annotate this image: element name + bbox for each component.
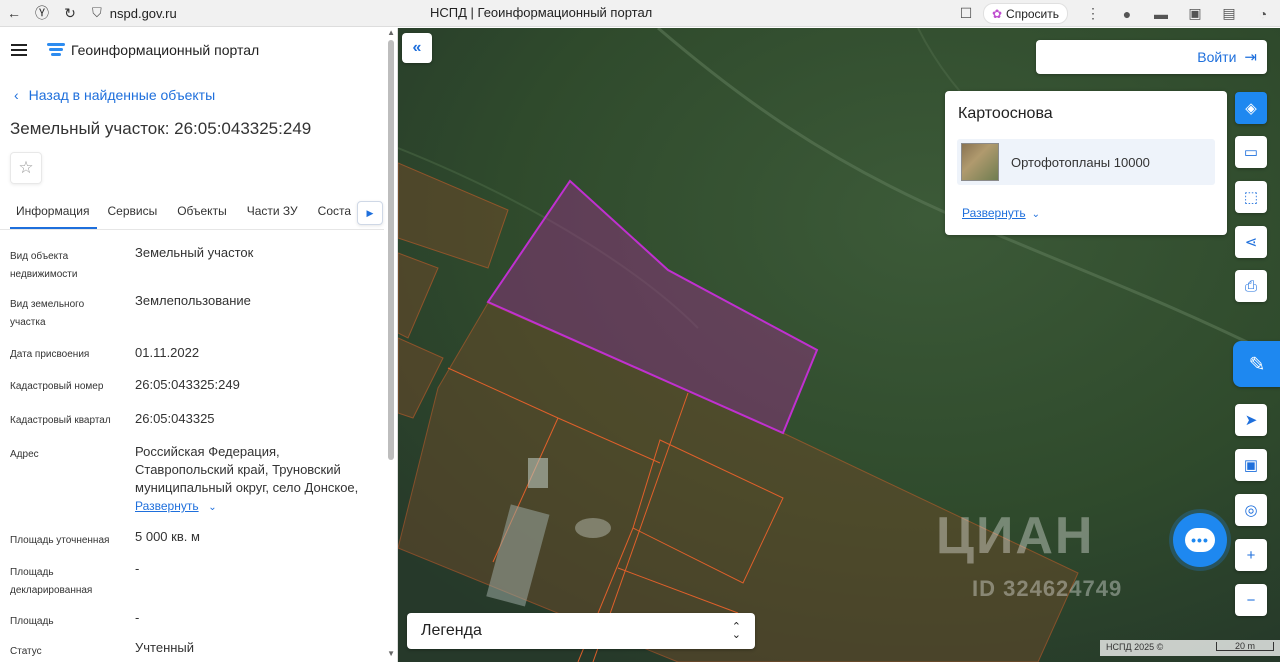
address-bar[interactable]: ⛉ nspd.gov.ru bbox=[92, 5, 177, 21]
chat-button[interactable]: ••• bbox=[1173, 513, 1227, 567]
scale-bar: 20 m bbox=[1216, 642, 1274, 651]
address-expand-link[interactable]: Развернуть bbox=[135, 499, 199, 513]
chat-bubble-icon: ••• bbox=[1185, 528, 1215, 552]
portal-brand: Геоинформационный портал bbox=[71, 42, 260, 58]
info-sidebar: Геоинформационный портал ‹ Назад в найде… bbox=[0, 28, 398, 662]
sidebar-scrollbar[interactable] bbox=[388, 40, 394, 460]
more-menu-icon[interactable]: ⋮ bbox=[1076, 0, 1110, 27]
basemap-layer-label: Ортофотопланы 10000 bbox=[1011, 154, 1150, 170]
tab-bar: Информация Сервисы Объекты Части ЗУ Сост… bbox=[0, 200, 384, 230]
url-text: nspd.gov.ru bbox=[109, 5, 177, 21]
scroll-down-arrow[interactable]: ▼ bbox=[387, 649, 395, 658]
chevron-down-icon: ⌄ bbox=[208, 502, 217, 513]
property-key: Кадастровый квартал bbox=[10, 415, 111, 426]
chevron-down-icon: ⌄ bbox=[1031, 209, 1040, 220]
property-key: Площадь декларированная bbox=[10, 567, 93, 596]
legend-label: Легенда bbox=[421, 622, 482, 639]
property-value: 26:05:043325:249 bbox=[135, 377, 240, 392]
sidebar-header: Геоинформационный портал bbox=[0, 28, 386, 72]
login-icon: ⇥ bbox=[1244, 49, 1257, 66]
ask-button[interactable]: ✿ Спросить bbox=[982, 3, 1068, 24]
tabs-scroll-right-icon[interactable]: ▶ bbox=[357, 201, 383, 225]
property-key: Дата присвоения bbox=[10, 349, 90, 360]
map-view[interactable]: « Войти ⇥ Картооснова Ортофотопланы 1000… bbox=[398, 28, 1280, 662]
extension-icon[interactable]: ● bbox=[1110, 0, 1144, 27]
chevron-left-icon: ‹ bbox=[14, 87, 19, 103]
property-value: 26:05:043325 bbox=[135, 411, 215, 426]
property-value: Землепользование bbox=[135, 293, 251, 308]
ruler-icon[interactable]: ▭ bbox=[1235, 136, 1267, 168]
extension-icon[interactable]: ▬ bbox=[1144, 0, 1178, 27]
back-arrow-icon[interactable]: ← bbox=[0, 0, 28, 27]
basemap-title: Картооснова bbox=[958, 105, 1053, 122]
browser-toolbar: ← Ⓨ ↻ ⛉ nspd.gov.ru НСПД | Геоинформацио… bbox=[0, 0, 1280, 27]
map-attribution: НСПД 2025 © 20 m bbox=[1100, 640, 1280, 656]
object-title: Земельный участок: 26:05:043325:249 bbox=[10, 119, 312, 138]
shield-icon: ⛉ bbox=[92, 5, 102, 20]
property-key: Вид объекта недвижимости bbox=[10, 251, 78, 280]
tab-info[interactable]: Информация bbox=[10, 200, 98, 229]
reload-icon[interactable]: ↻ bbox=[56, 0, 84, 27]
back-to-results-link[interactable]: ‹ Назад в найденные объекты bbox=[14, 87, 215, 103]
legend-dropdown[interactable]: Легенда ⌃ ⌄ bbox=[407, 613, 755, 649]
basemap-panel: Картооснова Ортофотопланы 10000 Разверну… bbox=[945, 91, 1227, 235]
property-value: 01.11.2022 bbox=[135, 345, 200, 360]
ask-icon: ✿ bbox=[991, 6, 1003, 21]
print-icon[interactable]: ⎙ bbox=[1235, 270, 1267, 302]
watermark-brand: ЦИАН bbox=[936, 507, 1095, 565]
basemap-expand-label: Развернуть bbox=[962, 206, 1026, 220]
layers-icon[interactable]: ◈ bbox=[1235, 92, 1267, 124]
property-value: Российская Федерация, Ставропольский кра… bbox=[135, 443, 380, 517]
zoom-in-icon[interactable]: + bbox=[1235, 539, 1267, 571]
extension-icon[interactable]: ▤ bbox=[1212, 0, 1246, 27]
basemap-layer-item[interactable]: Ортофотопланы 10000 bbox=[957, 139, 1215, 185]
property-value: - bbox=[135, 610, 140, 625]
orthophoto-thumbnail bbox=[961, 143, 999, 181]
property-value: - bbox=[135, 561, 140, 576]
tab-composition[interactable]: Соста bbox=[308, 200, 361, 229]
property-key: Адрес bbox=[10, 449, 39, 460]
minimap-icon[interactable]: ▣ bbox=[1235, 449, 1267, 481]
property-key: Вид земельного участка bbox=[10, 299, 85, 328]
extension-icon[interactable]: ◔ bbox=[1246, 0, 1280, 27]
portal-logo-icon bbox=[47, 42, 65, 58]
tab-services[interactable]: Сервисы bbox=[97, 200, 167, 229]
login-label: Войти bbox=[1197, 49, 1237, 65]
navigation-icon[interactable]: ➤ bbox=[1235, 404, 1267, 436]
property-key: Площадь bbox=[10, 616, 54, 627]
tab-parts[interactable]: Части ЗУ bbox=[237, 200, 308, 229]
zoom-out-icon[interactable]: − bbox=[1235, 584, 1267, 616]
watermark-id: ID 324624749 bbox=[972, 576, 1123, 601]
basemap-expand-link[interactable]: Развернуть ⌄ bbox=[962, 206, 1040, 220]
yandex-icon[interactable]: Ⓨ bbox=[28, 0, 56, 27]
extension-icon[interactable]: ▣ bbox=[1178, 0, 1212, 27]
page-title-browser: НСПД | Геоинформационный портал bbox=[430, 5, 653, 20]
tab-objects[interactable]: Объекты bbox=[167, 200, 237, 229]
menu-icon[interactable] bbox=[11, 41, 27, 59]
property-value: Земельный участок bbox=[135, 245, 254, 260]
address-text: Российская Федерация, Ставропольский кра… bbox=[135, 444, 359, 495]
property-key: Площадь уточненная bbox=[10, 535, 110, 546]
attribution-text: НСПД 2025 © bbox=[1106, 642, 1164, 652]
property-value: 5 000 кв. м bbox=[135, 529, 200, 544]
login-button[interactable]: Войти ⇥ bbox=[1036, 40, 1267, 74]
ask-label: Спросить bbox=[1006, 6, 1059, 21]
locate-icon[interactable]: ◎ bbox=[1235, 494, 1267, 526]
property-key: Статус bbox=[10, 646, 42, 657]
updown-chevron-icon: ⌃ ⌄ bbox=[731, 621, 741, 641]
bookmark-icon[interactable]: ☐ bbox=[949, 0, 983, 27]
select-area-icon[interactable]: ⬚ bbox=[1235, 181, 1267, 213]
scroll-up-arrow[interactable]: ▲ bbox=[387, 28, 395, 37]
property-value: Учтенный bbox=[135, 640, 195, 655]
collapse-panel-button[interactable]: « bbox=[402, 33, 432, 63]
back-link-label: Назад в найденные объекты bbox=[28, 87, 216, 103]
portal-logo-button[interactable]: ✎ bbox=[1233, 341, 1280, 387]
property-key: Кадастровый номер bbox=[10, 381, 104, 392]
share-icon[interactable]: ⋖ bbox=[1235, 226, 1267, 258]
watermark: ЦИАН ID 324624749 bbox=[936, 506, 1121, 601]
favorite-star-icon[interactable]: ☆ bbox=[10, 152, 42, 184]
